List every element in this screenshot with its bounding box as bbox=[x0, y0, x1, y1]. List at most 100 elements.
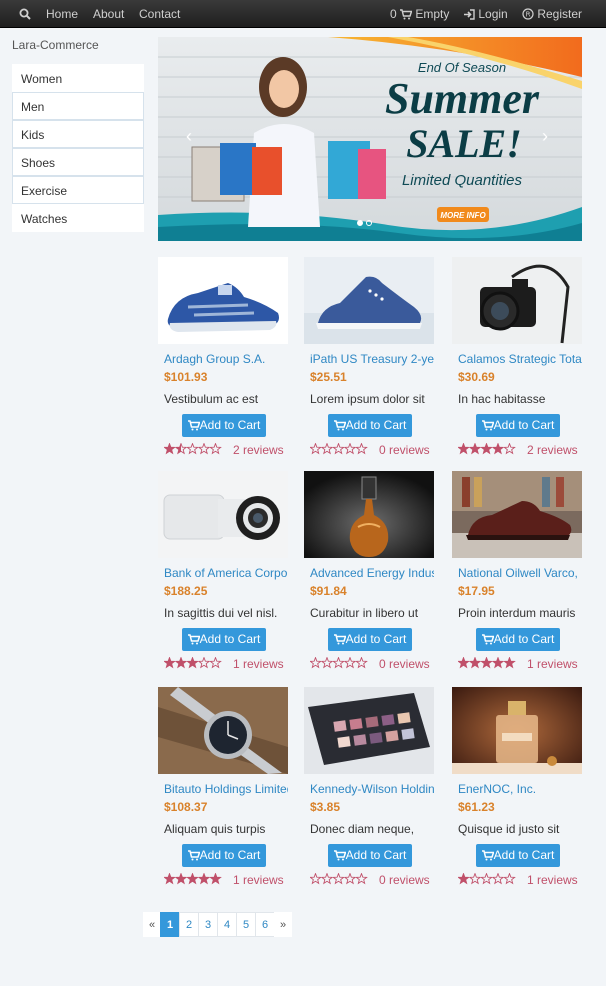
review-count[interactable]: 1 reviews bbox=[233, 873, 284, 887]
page-link-4[interactable]: 4 bbox=[217, 912, 237, 937]
svg-text:R: R bbox=[526, 11, 531, 19]
add-to-cart-button[interactable]: Add to Cart bbox=[328, 414, 412, 437]
product-price: $108.37 bbox=[164, 800, 208, 814]
cart-icon bbox=[333, 634, 347, 645]
add-to-cart-button[interactable]: Add to Cart bbox=[328, 628, 412, 651]
star-icon bbox=[343, 657, 357, 669]
add-to-cart-button[interactable]: Add to Cart bbox=[182, 844, 266, 867]
star-icon-filled bbox=[187, 873, 198, 884]
carousel-dot[interactable] bbox=[366, 220, 372, 226]
category-women[interactable]: Women bbox=[12, 64, 144, 92]
star-icon-filled bbox=[458, 443, 469, 454]
product-image[interactable] bbox=[304, 687, 434, 774]
registered-icon: R bbox=[522, 8, 534, 20]
star-icon bbox=[332, 873, 345, 885]
nav-contact-link[interactable]: Contact bbox=[139, 0, 180, 28]
product-image[interactable] bbox=[158, 471, 288, 558]
star-icon-filled bbox=[469, 657, 481, 668]
banner-tagline: Limited Quantities bbox=[402, 172, 523, 189]
product-card: EnerNOC, Inc. $61.23 Quisque id justo si… bbox=[452, 687, 582, 887]
star-icon bbox=[503, 443, 516, 455]
rating-stars bbox=[458, 657, 516, 669]
page-link-5[interactable]: 5 bbox=[236, 912, 256, 937]
star-icon-filled bbox=[164, 657, 175, 668]
review-count[interactable]: 2 reviews bbox=[527, 443, 578, 457]
product-name[interactable]: EnerNOC, Inc. bbox=[458, 782, 582, 796]
category-watches[interactable]: Watches bbox=[12, 204, 144, 232]
add-to-cart-label: Add to Cart bbox=[199, 632, 261, 646]
register-link[interactable]: R Register bbox=[522, 0, 582, 28]
add-to-cart-button[interactable]: Add to Cart bbox=[476, 414, 560, 437]
pagination-next[interactable]: » bbox=[274, 912, 292, 937]
review-count[interactable]: 2 reviews bbox=[233, 443, 284, 457]
review-count[interactable]: 1 reviews bbox=[233, 657, 284, 671]
add-to-cart-button[interactable]: Add to Cart bbox=[182, 414, 266, 437]
search-icon[interactable] bbox=[19, 0, 31, 28]
review-count[interactable]: 0 reviews bbox=[379, 657, 430, 671]
category-kids[interactable]: Kids bbox=[12, 120, 144, 148]
carousel-dot[interactable] bbox=[357, 220, 363, 226]
login-link[interactable]: Login bbox=[463, 0, 508, 28]
add-to-cart-button[interactable]: Add to Cart bbox=[328, 844, 412, 867]
page-link-1[interactable]: 1 bbox=[160, 912, 180, 937]
product-name[interactable]: Kennedy-Wilson Holdings bbox=[310, 782, 434, 796]
product-image[interactable] bbox=[452, 471, 582, 558]
star-icon bbox=[320, 657, 334, 669]
review-count[interactable]: 1 reviews bbox=[527, 873, 578, 887]
add-to-cart-label: Add to Cart bbox=[199, 848, 261, 862]
product-image[interactable] bbox=[452, 257, 582, 344]
page-link-2[interactable]: 2 bbox=[179, 912, 199, 937]
star-icon bbox=[197, 443, 211, 455]
category-men[interactable]: Men bbox=[12, 92, 144, 120]
product-name[interactable]: iPath US Treasury 2-year bbox=[310, 352, 434, 366]
nav-about-link[interactable]: About bbox=[93, 0, 124, 28]
cart-icon bbox=[187, 850, 201, 861]
banner-more-info-button[interactable]: MORE INFO bbox=[440, 211, 486, 220]
product-image[interactable] bbox=[452, 687, 582, 774]
add-to-cart-button[interactable]: Add to Cart bbox=[476, 628, 560, 651]
category-shoes[interactable]: Shoes bbox=[12, 148, 144, 176]
product-card: National Oilwell Varco, Inc. $17.95 Proi… bbox=[452, 471, 582, 671]
star-icon bbox=[320, 873, 334, 885]
product-name[interactable]: National Oilwell Varco, Inc. bbox=[458, 566, 582, 580]
pagination-prev[interactable]: « bbox=[143, 912, 161, 937]
product-name[interactable]: Bitauto Holdings Limited bbox=[164, 782, 288, 796]
product-image[interactable] bbox=[304, 257, 434, 344]
product-image[interactable] bbox=[158, 687, 288, 774]
product-price: $17.95 bbox=[458, 584, 495, 598]
star-icon bbox=[355, 443, 368, 455]
cart-icon bbox=[333, 850, 347, 861]
banner-carousel[interactable]: End Of Season Summer SALE! Limited Quant… bbox=[158, 37, 582, 241]
product-name[interactable]: Advanced Energy Industries bbox=[310, 566, 434, 580]
rating-stars bbox=[458, 873, 516, 885]
nav-home-link[interactable]: Home bbox=[46, 0, 78, 28]
page-link-6[interactable]: 6 bbox=[255, 912, 275, 937]
cart-link[interactable]: 0 Empty bbox=[390, 0, 449, 28]
banner-headline-1: Summer bbox=[385, 74, 540, 123]
carousel-next-icon[interactable]: › bbox=[542, 127, 548, 145]
page-link-3[interactable]: 3 bbox=[198, 912, 218, 937]
add-to-cart-button[interactable]: Add to Cart bbox=[476, 844, 560, 867]
cart-icon bbox=[333, 420, 347, 431]
product-name[interactable]: Calamos Strategic Total bbox=[458, 352, 582, 366]
product-card: Calamos Strategic Total $30.69 In hac ha… bbox=[452, 257, 582, 457]
login-icon bbox=[464, 9, 475, 20]
carousel-prev-icon[interactable]: ‹ bbox=[186, 127, 192, 145]
cart-count: 0 bbox=[390, 7, 397, 21]
product-image[interactable] bbox=[304, 471, 434, 558]
product-name[interactable]: Ardagh Group S.A. bbox=[164, 352, 288, 366]
add-to-cart-label: Add to Cart bbox=[345, 632, 407, 646]
review-count[interactable]: 0 reviews bbox=[379, 443, 430, 457]
review-count[interactable]: 1 reviews bbox=[527, 657, 578, 671]
product-description: In sagittis dui vel nisl. bbox=[164, 606, 278, 620]
add-to-cart-button[interactable]: Add to Cart bbox=[182, 628, 266, 651]
product-name[interactable]: Bank of America Corporation bbox=[164, 566, 288, 580]
product-image[interactable] bbox=[158, 257, 288, 344]
review-count[interactable]: 0 reviews bbox=[379, 873, 430, 887]
star-icon bbox=[310, 873, 322, 885]
star-icon bbox=[197, 657, 211, 669]
category-exercise[interactable]: Exercise bbox=[12, 176, 144, 204]
star-icon bbox=[320, 443, 334, 455]
register-label: Register bbox=[537, 7, 583, 21]
star-icon-filled bbox=[187, 657, 198, 668]
